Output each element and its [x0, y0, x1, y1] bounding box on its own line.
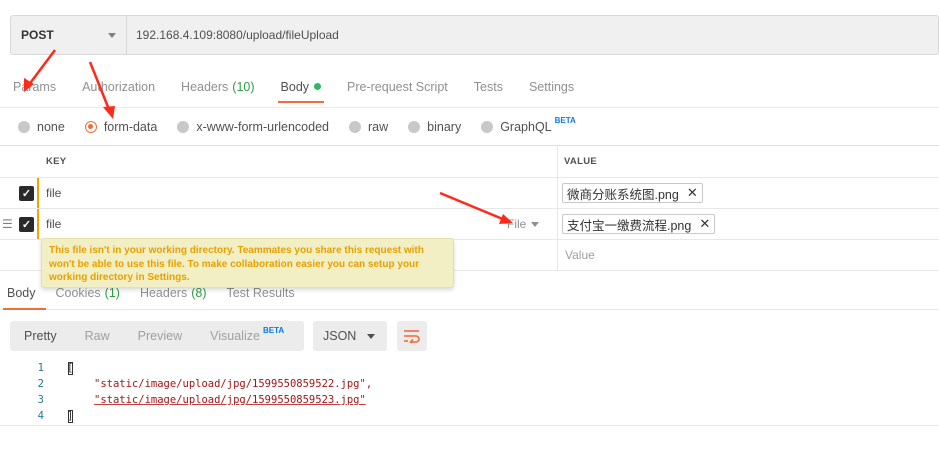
key-cell[interactable]: file	[38, 209, 61, 239]
key-type-label: File	[507, 217, 527, 231]
radio-icon	[481, 120, 494, 133]
radio-label: none	[37, 119, 65, 134]
beta-badge: BETA	[262, 325, 285, 335]
code-string: "static/image/upload/jpg/1599550859523.j…	[94, 394, 366, 406]
code-line: 2 "static/image/upload/jpg/1599550859522…	[0, 376, 939, 392]
resp-tab-body[interactable]: Body	[0, 276, 46, 310]
chevron-down-icon	[531, 221, 540, 227]
radio-label: binary	[427, 119, 462, 134]
radio-urlencoded[interactable]: x-www-form-urlencoded	[177, 120, 329, 134]
radio-label: GraphQL	[500, 119, 552, 134]
table-row: ☰ ✓ file File 支付宝一缴费流程.png ✕	[0, 209, 939, 240]
line-number: 2	[37, 378, 44, 390]
response-body[interactable]: 1 [ 2 "static/image/upload/jpg/159955085…	[0, 360, 939, 426]
radio-selected-icon	[84, 120, 97, 133]
code-text: "static/image/upload/jpg/1599550859522.j…	[94, 376, 372, 392]
close-icon[interactable]: ✕	[699, 216, 710, 232]
tab-headers[interactable]: Headers (10)	[168, 66, 267, 107]
tab-body[interactable]: Body	[268, 66, 335, 107]
value-placeholder: Value	[565, 248, 595, 262]
tab-authorization[interactable]: Authorization	[69, 66, 168, 107]
tab-label: Tests	[473, 79, 503, 94]
radio-label: raw	[368, 119, 389, 134]
close-icon[interactable]: ✕	[687, 185, 698, 201]
body-type-options: none form-data x-www-form-urlencoded raw…	[0, 107, 939, 145]
row-enabled-checkbox[interactable]: ✓	[19, 186, 34, 201]
code-line: 1 [	[0, 360, 939, 376]
format-select[interactable]: JSON	[313, 321, 387, 351]
tab-settings[interactable]: Settings	[516, 66, 587, 107]
radio-label: x-www-form-urlencoded	[196, 119, 329, 134]
key-type-select[interactable]: File	[507, 217, 540, 231]
tab-label: Settings	[528, 79, 575, 94]
headers-count: (10)	[232, 79, 255, 94]
format-label: JSON	[323, 329, 357, 343]
line-number: 3	[37, 394, 44, 406]
code-token: [	[67, 362, 74, 374]
radio-icon	[408, 120, 421, 133]
value-header: VALUE	[557, 146, 939, 177]
radio-label: form-data	[103, 119, 158, 134]
drag-handle-icon[interactable]: ☰	[2, 218, 14, 230]
tab-label: Headers	[181, 79, 229, 94]
code-text: "static/image/upload/jpg/1599550859523.j…	[94, 392, 366, 408]
request-bar: POST 192.168.4.109:8080/upload/fileUploa…	[10, 15, 939, 55]
file-chip: 支付宝一缴费流程.png ✕	[562, 214, 716, 234]
code-string: "static/image/upload/jpg/1599550859522.j…	[94, 378, 373, 390]
value-cell[interactable]: 支付宝一缴费流程.png ✕	[557, 209, 939, 239]
radio-graphql[interactable]: GraphQL BETA	[481, 116, 576, 134]
tab-label: Params	[13, 79, 57, 94]
radio-form-data[interactable]: form-data	[84, 119, 158, 134]
radio-icon	[177, 120, 190, 133]
key-header: KEY	[46, 156, 67, 167]
line-number: 4	[37, 410, 44, 422]
working-directory-tooltip: This file isn't in your working director…	[41, 238, 454, 288]
value-cell[interactable]: Value	[557, 240, 939, 270]
view-pretty-button[interactable]: Pretty	[10, 321, 71, 351]
radio-binary[interactable]: binary	[408, 120, 461, 134]
code-line: 4 ]	[0, 408, 939, 424]
file-name: 微商分账系统图.png	[567, 187, 679, 202]
url-input[interactable]: 192.168.4.109:8080/upload/fileUpload	[127, 16, 339, 54]
tab-label: Body	[7, 285, 36, 300]
file-name: 支付宝一缴费流程.png	[567, 218, 692, 233]
method-select[interactable]: POST	[11, 16, 127, 54]
view-preview-button[interactable]: Preview	[124, 321, 196, 351]
request-tabs: Params Authorization Headers (10) Body Pr…	[0, 66, 939, 107]
code-token: ]	[67, 410, 74, 422]
file-chip: 微商分账系统图.png ✕	[562, 183, 703, 203]
code-text: ]	[67, 408, 74, 424]
modified-dot-icon	[314, 83, 322, 90]
wrap-lines-icon	[404, 330, 420, 343]
chevron-down-icon	[367, 333, 375, 339]
tab-label: Authorization	[82, 79, 156, 94]
view-visualize-button[interactable]: Visualize BETA	[196, 321, 298, 351]
beta-badge: BETA	[554, 116, 576, 125]
value-cell[interactable]: 微商分账系统图.png ✕	[557, 178, 939, 208]
radio-raw[interactable]: raw	[349, 120, 388, 134]
tab-pre-request-script[interactable]: Pre-request Script	[334, 66, 461, 107]
row-enabled-checkbox[interactable]: ✓	[19, 217, 34, 232]
tab-label: Pre-request Script	[347, 79, 448, 94]
radio-icon	[349, 120, 361, 133]
line-number: 1	[37, 362, 44, 374]
method-label: POST	[21, 28, 54, 42]
table-header-row: KEY VALUE	[0, 146, 939, 178]
key-cell[interactable]: file	[38, 178, 61, 208]
code-text: [	[67, 360, 74, 376]
radio-icon	[18, 120, 30, 133]
tab-tests[interactable]: Tests	[461, 66, 516, 107]
chevron-down-icon	[108, 32, 116, 38]
radio-none[interactable]: none	[18, 120, 65, 134]
code-line: 3 "static/image/upload/jpg/1599550859523…	[0, 392, 939, 408]
view-raw-button[interactable]: Raw	[71, 321, 124, 351]
tab-params[interactable]: Params	[0, 66, 69, 107]
view-mode-group: Pretty Raw Preview Visualize BETA	[10, 321, 304, 351]
visualize-label: Visualize	[210, 329, 260, 343]
wrap-lines-button[interactable]	[397, 321, 427, 351]
table-row: ✓ file 微商分账系统图.png ✕	[0, 178, 939, 209]
tab-label: Body	[280, 79, 310, 94]
